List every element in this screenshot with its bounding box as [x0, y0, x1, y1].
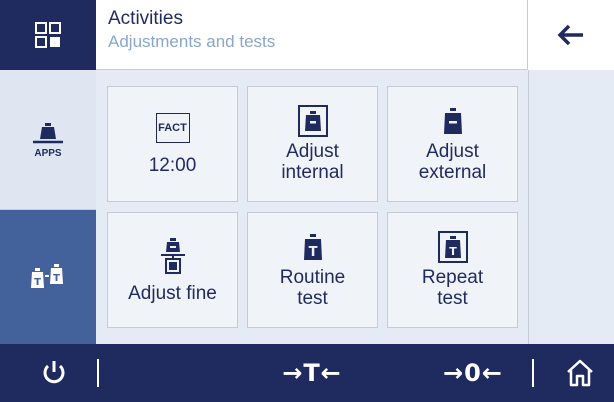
apps-label: APPS: [34, 147, 62, 159]
title-area: Activities Adjustments and tests: [96, 0, 528, 69]
repeat-test-line2: test: [437, 288, 468, 309]
routine-weight-letter: T: [308, 245, 317, 260]
zero-button[interactable]: →0←: [428, 344, 518, 402]
arrow-left-icon: [557, 24, 583, 46]
tare-button[interactable]: →T←: [262, 344, 362, 402]
internal-weight-icon: [297, 105, 328, 137]
bottom-bar: →T← →0←: [0, 344, 614, 402]
fact-icon: FACT: [155, 112, 190, 143]
fact-icon-text: FACT: [158, 121, 187, 134]
repeat-test-weight-icon: T: [437, 231, 468, 263]
power-button[interactable]: [30, 344, 78, 402]
right-panel: [528, 70, 614, 344]
routine-test-line1: Routine: [279, 267, 346, 288]
adjust-fine-tile[interactable]: Adjust fine: [107, 212, 238, 328]
home-button[interactable]: [550, 344, 610, 402]
adjust-external-tile[interactable]: Adjust external: [387, 86, 518, 202]
adjust-internal-line2: internal: [281, 162, 344, 183]
tile-grid: FACT 12:00 Adjust internal Adjust extern: [96, 70, 528, 344]
divider: [97, 359, 99, 387]
routine-test-weight-icon: T: [303, 234, 322, 260]
sidebar-item-adjustments[interactable]: T T: [0, 210, 96, 344]
adjust-internal-line1: Adjust: [286, 141, 339, 162]
adjust-weights-icon: T T: [31, 264, 63, 288]
adjust-internal-tile[interactable]: Adjust internal: [247, 86, 378, 202]
page-subtitle: Adjustments and tests: [108, 32, 276, 51]
page-title: Activities: [108, 8, 183, 29]
repeat-weight-letter: T: [449, 245, 457, 258]
zero-label: →0←: [443, 359, 503, 387]
screen: Activities Adjustments and tests APPS T: [0, 0, 614, 402]
grid-icon: [35, 22, 61, 48]
svg-text:T: T: [34, 277, 41, 288]
repeat-test-line1: Repeat: [421, 267, 484, 288]
fact-tile[interactable]: FACT 12:00: [107, 86, 238, 202]
home-icon: [567, 359, 593, 387]
header: Activities Adjustments and tests: [0, 0, 614, 70]
external-weight-icon: [443, 108, 462, 134]
sidebar: APPS T T: [0, 70, 96, 344]
routine-test-tile[interactable]: T Routine test: [247, 212, 378, 328]
divider: [532, 359, 534, 387]
adjust-external-line1: Adjust: [426, 141, 479, 162]
activities-menu-button[interactable]: [0, 0, 96, 70]
power-icon: [43, 361, 65, 384]
back-button[interactable]: [528, 0, 614, 70]
repeat-test-tile[interactable]: T Repeat test: [387, 212, 518, 328]
svg-text:T: T: [53, 273, 60, 284]
tare-label: →T←: [282, 359, 342, 387]
fine-adjust-icon: [160, 237, 185, 274]
routine-test-line2: test: [297, 288, 328, 309]
weight-apps-icon: [33, 122, 63, 143]
adjust-fine-label: Adjust fine: [128, 282, 217, 304]
fact-time: 12:00: [148, 154, 197, 176]
sidebar-item-apps[interactable]: APPS: [0, 70, 96, 210]
adjust-external-line2: external: [418, 162, 487, 183]
